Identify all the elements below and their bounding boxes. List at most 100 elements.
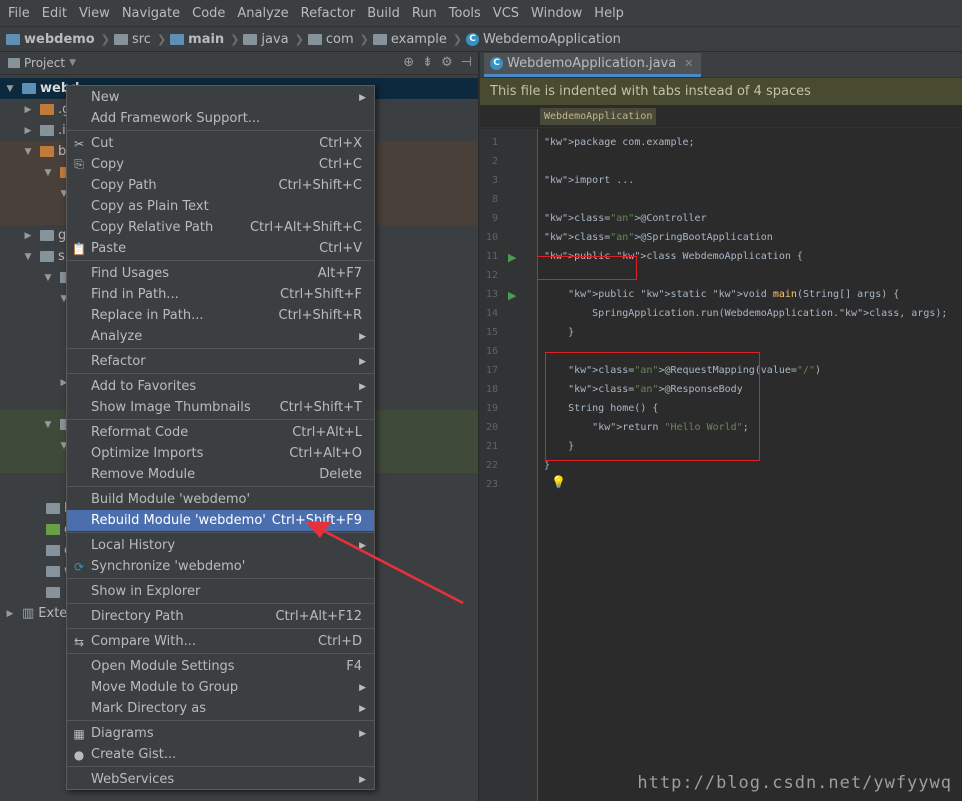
menu-item-find-in-path[interactable]: Find in Path... Ctrl+Shift+F xyxy=(67,284,374,305)
code-line[interactable]: } xyxy=(544,460,550,471)
submenu-arrow-icon: ▶ xyxy=(359,774,366,785)
collapse-arrow-icon[interactable]: ▶ xyxy=(22,126,34,136)
crumb-com[interactable]: com ❯ xyxy=(307,32,369,47)
folder-icon xyxy=(46,587,60,598)
menu-item-compare-with[interactable]: ⇆ Compare With... Ctrl+D xyxy=(67,631,374,652)
breadcrumb-class[interactable]: WebdemoApplication xyxy=(540,107,657,125)
menu-item-reformat-code[interactable]: Reformat Code Ctrl+Alt+L xyxy=(67,422,374,443)
menu-file[interactable]: File xyxy=(2,0,36,27)
expand-arrow-icon[interactable]: ▼ xyxy=(22,252,34,262)
collapse-arrow-icon[interactable]: ▶ xyxy=(22,231,34,241)
run-icon[interactable]: ▶ xyxy=(508,251,516,264)
expand-arrow-icon[interactable]: ▼ xyxy=(42,420,54,430)
menu-item-copy-as-plain-text[interactable]: Copy as Plain Text xyxy=(67,196,374,217)
target-icon[interactable]: ⊕ xyxy=(403,55,414,70)
github-icon: ● xyxy=(73,747,85,762)
collapse-arrow-icon[interactable]: ▶ xyxy=(4,609,16,619)
crumb-webdemoapplication[interactable]: C WebdemoApplication xyxy=(466,32,621,47)
menu-item-label: Copy xyxy=(91,157,124,172)
menu-item-shortcut: Ctrl+Alt+O xyxy=(289,446,362,461)
collapse-arrow-icon[interactable]: ▶ xyxy=(22,105,34,115)
menu-window[interactable]: Window xyxy=(525,0,588,27)
code-line[interactable]: "kw">package com.example; xyxy=(544,137,695,148)
menu-refactor[interactable]: Refactor xyxy=(295,0,362,27)
menu-vcs[interactable]: VCS xyxy=(487,0,525,27)
menu-item-replace-in-path[interactable]: Replace in Path... Ctrl+Shift+R xyxy=(67,305,374,326)
menu-code[interactable]: Code xyxy=(186,0,231,27)
expand-arrow-icon[interactable]: ▼ xyxy=(22,147,34,157)
submenu-arrow-icon: ▶ xyxy=(359,703,366,714)
menu-item-synchronize-webdemo[interactable]: ⟳ Synchronize 'webdemo' xyxy=(67,556,374,577)
menu-item-label: Cut xyxy=(91,136,114,151)
crumb-src[interactable]: src ❯ xyxy=(113,32,166,47)
code-line[interactable]: SpringApplication.run(WebdemoApplication… xyxy=(544,308,947,319)
menu-item-copy-relative-path[interactable]: Copy Relative Path Ctrl+Alt+Shift+C xyxy=(67,217,374,238)
project-title[interactable]: Project xyxy=(24,56,65,70)
crumb-java[interactable]: java ❯ xyxy=(243,32,304,47)
code-line[interactable]: "kw">class="an">@Controller xyxy=(544,213,707,224)
menu-item-cut[interactable]: ✂ Cut Ctrl+X xyxy=(67,133,374,154)
hide-icon[interactable]: ⊣ xyxy=(461,55,472,70)
menu-item-shortcut: Ctrl+Alt+F12 xyxy=(275,609,362,624)
menu-item-optimize-imports[interactable]: Optimize Imports Ctrl+Alt+O xyxy=(67,443,374,464)
menu-item-label: Find Usages xyxy=(91,266,170,281)
crumb-main[interactable]: main ❯ xyxy=(170,32,239,47)
collapse-icon[interactable]: ⇟ xyxy=(422,55,433,70)
submenu-arrow-icon: ▶ xyxy=(359,728,366,739)
menu-navigate[interactable]: Navigate xyxy=(116,0,186,27)
gear-icon[interactable]: ⚙ xyxy=(441,55,453,70)
menu-separator xyxy=(67,628,374,629)
code-line[interactable]: "kw">import ... xyxy=(544,175,634,186)
menu-item-shortcut: Ctrl+Alt+L xyxy=(292,425,362,440)
menu-build[interactable]: Build xyxy=(361,0,406,27)
menu-item-move-module-to-group[interactable]: Move Module to Group ▶ xyxy=(67,677,374,698)
menu-item-mark-directory-as[interactable]: Mark Directory as ▶ xyxy=(67,698,374,719)
menu-item-copy-path[interactable]: Copy Path Ctrl+Shift+C xyxy=(67,175,374,196)
close-icon[interactable]: ✕ xyxy=(684,57,693,70)
menu-item-diagrams[interactable]: ▦ Diagrams ▶ xyxy=(67,723,374,744)
menu-item-paste[interactable]: 📋 Paste Ctrl+V xyxy=(67,238,374,259)
menu-item-rebuild-module-webdemo[interactable]: Rebuild Module 'webdemo' Ctrl+Shift+F9 xyxy=(67,510,374,531)
crumb-webdemo[interactable]: webdemo ❯ xyxy=(6,32,110,47)
menu-item-label: Analyze xyxy=(91,329,143,344)
menu-item-analyze[interactable]: Analyze ▶ xyxy=(67,326,374,347)
dropdown-arrow-icon[interactable]: ▼ xyxy=(69,58,76,68)
expand-arrow-icon[interactable]: ▼ xyxy=(4,84,16,94)
menu-item-label: Replace in Path... xyxy=(91,308,204,323)
code-line[interactable]: "kw">public "kw">static "kw">void main(S… xyxy=(544,289,899,300)
menu-item-open-module-settings[interactable]: Open Module Settings F4 xyxy=(67,656,374,677)
menu-help[interactable]: Help xyxy=(588,0,630,27)
menu-tools[interactable]: Tools xyxy=(443,0,487,27)
menu-item-new[interactable]: New ▶ xyxy=(67,87,374,108)
menu-view[interactable]: View xyxy=(73,0,116,27)
menu-analyze[interactable]: Analyze xyxy=(231,0,294,27)
menu-item-build-module-webdemo[interactable]: Build Module 'webdemo' xyxy=(67,489,374,510)
compare-icon: ⇆ xyxy=(73,634,85,649)
menu-item-remove-module[interactable]: Remove Module Delete xyxy=(67,464,374,485)
code-line[interactable]: "kw">class="an">@SpringBootApplication xyxy=(544,232,773,243)
menu-item-refactor[interactable]: Refactor ▶ xyxy=(67,351,374,372)
crumb-example[interactable]: example ❯ xyxy=(372,32,462,47)
menu-item-shortcut: Ctrl+Shift+R xyxy=(278,308,363,323)
run-icon[interactable]: ▶ xyxy=(508,289,516,302)
bulb-icon[interactable]: 💡 xyxy=(551,475,566,489)
menu-item-add-framework-support[interactable]: Add Framework Support... xyxy=(67,108,374,129)
folder-icon xyxy=(46,545,60,556)
code-line[interactable]: } xyxy=(544,327,574,338)
menu-item-webservices[interactable]: WebServices ▶ xyxy=(67,769,374,790)
menu-run[interactable]: Run xyxy=(406,0,443,27)
menu-item-local-history[interactable]: Local History ▶ xyxy=(67,535,374,556)
expand-arrow-icon[interactable]: ▼ xyxy=(42,273,54,283)
menu-edit[interactable]: Edit xyxy=(36,0,73,27)
menu-item-add-to-favorites[interactable]: Add to Favorites ▶ xyxy=(67,376,374,397)
menu-item-show-image-thumbnails[interactable]: Show Image Thumbnails Ctrl+Shift+T xyxy=(67,397,374,418)
tab-webdemoapplication[interactable]: C WebdemoApplication.java ✕ xyxy=(484,53,702,77)
menu-item-create-gist[interactable]: ● Create Gist... xyxy=(67,744,374,765)
menu-item-find-usages[interactable]: Find Usages Alt+F7 xyxy=(67,263,374,284)
expand-arrow-icon[interactable]: ▼ xyxy=(42,168,54,178)
menu-item-copy[interactable]: ⎘ Copy Ctrl+C xyxy=(67,154,374,175)
menu-item-label: Compare With... xyxy=(91,634,197,649)
menu-item-show-in-explorer[interactable]: Show in Explorer xyxy=(67,581,374,602)
menu-item-directory-path[interactable]: Directory Path Ctrl+Alt+F12 xyxy=(67,606,374,627)
code-area[interactable]: "kw">package com.example; "kw">import ...… xyxy=(480,129,962,801)
